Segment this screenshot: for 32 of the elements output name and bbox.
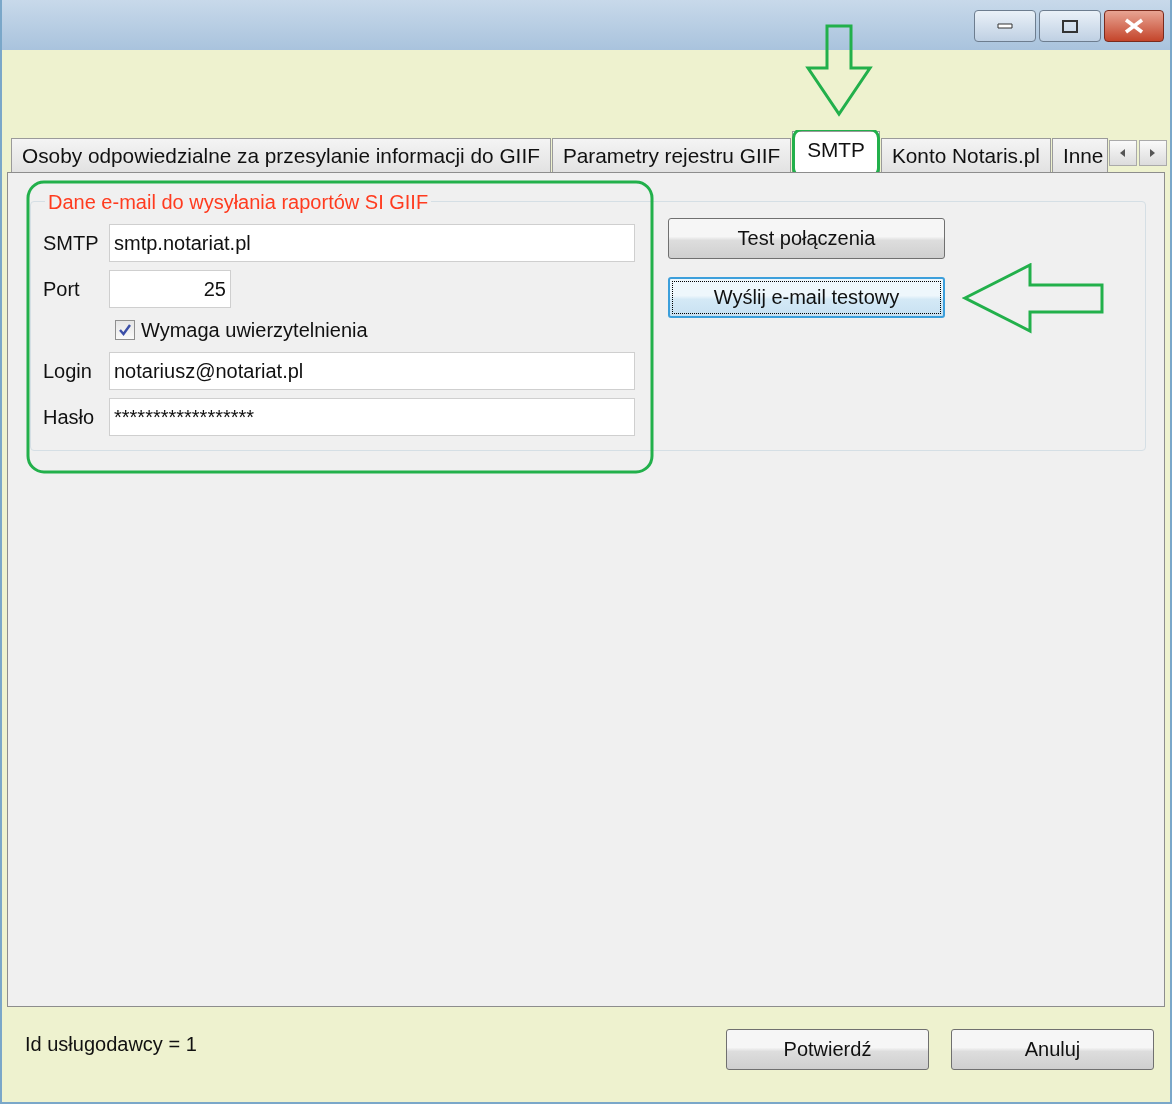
scroll-right-button[interactable] <box>1138 140 1167 166</box>
close-button[interactable] <box>1104 10 1164 42</box>
minimize-button[interactable] <box>974 10 1036 42</box>
tab[interactable]: Inne <box>1051 138 1108 172</box>
checkbox[interactable] <box>115 320 135 340</box>
input-field[interactable]: 25 <box>109 270 231 308</box>
tab[interactable]: Konto Notaris.pl <box>880 138 1051 172</box>
tab[interactable]: Osoby odpowiedzialne za przesylanie informacji do GIIF <box>11 138 551 172</box>
tab[interactable]: Parametry rejestru GIIF <box>551 138 792 172</box>
input-field[interactable]: notariusz@notariat.pl <box>109 352 635 390</box>
field-label: SMTP <box>43 231 100 255</box>
minimize-icon <box>997 23 1013 29</box>
test-connection-button[interactable]: Test połączenia <box>668 218 945 259</box>
checkmark-icon <box>118 323 132 337</box>
field-label: Hasło <box>43 405 96 429</box>
maximize-icon <box>1062 19 1078 33</box>
cancel-button[interactable]: Anuluj <box>951 1029 1154 1070</box>
left-triangle-icon <box>1118 148 1128 158</box>
confirm-button[interactable]: Potwierdź <box>726 1029 929 1070</box>
maximize-button[interactable] <box>1039 10 1101 42</box>
field-label: Login <box>43 359 93 383</box>
send-test-email-button[interactable]: Wyślij e-mail testowy <box>668 277 945 318</box>
field-label: Port <box>43 277 81 301</box>
tab[interactable]: SMTP <box>792 131 880 172</box>
checkbox-label: Wymaga uwierzytelnienia <box>141 318 368 342</box>
input-field[interactable]: smtp.notariat.pl <box>109 224 635 262</box>
left-arrow-icon <box>962 263 1105 334</box>
close-icon <box>1124 18 1144 34</box>
scroll-left-button[interactable] <box>1108 140 1137 166</box>
provider-id-text: Id usługodawcy = 1 <box>25 1033 198 1056</box>
input-field[interactable]: ****************** <box>109 398 635 436</box>
down-arrow-icon <box>805 24 873 117</box>
